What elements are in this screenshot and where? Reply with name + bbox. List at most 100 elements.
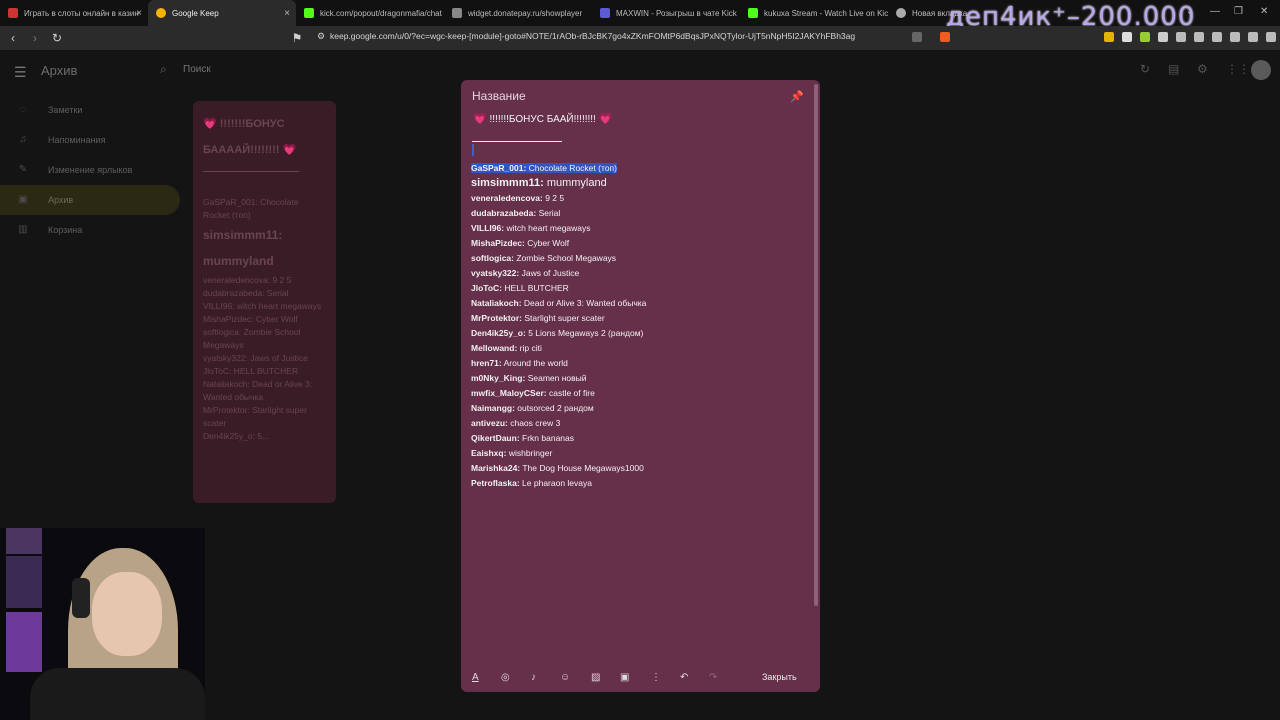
search-icon[interactable]: ⌕ bbox=[160, 62, 167, 77]
streamer-face bbox=[92, 572, 162, 656]
sidebar-item-archive[interactable]: ▣ Архив bbox=[0, 185, 180, 215]
card-row: Den4ik25y_o: 5... bbox=[203, 431, 270, 441]
extensions-puzzle-icon[interactable] bbox=[1194, 32, 1204, 42]
list-item: m0Nky_King: Seamen новый bbox=[471, 373, 587, 383]
browser-tab-google-keep[interactable]: Google Keep × bbox=[148, 0, 296, 26]
browser-tab-kukuxa[interactable]: kukuxa Stream - Watch Live on Kick bbox=[740, 0, 888, 26]
back-icon[interactable]: ‹ bbox=[4, 31, 22, 45]
headset-icon bbox=[72, 578, 90, 618]
list-item: softlogica: Zombie School Megaways bbox=[471, 253, 617, 263]
undo-icon[interactable]: ↶ bbox=[680, 672, 688, 683]
extension-cloud-icon[interactable] bbox=[1122, 32, 1132, 42]
sidebar-item-reminders[interactable]: ♫ Напоминания bbox=[0, 125, 180, 155]
cast-icon[interactable] bbox=[912, 32, 922, 42]
poster-image bbox=[6, 612, 42, 672]
reload-icon[interactable]: ↻ bbox=[48, 31, 66, 45]
text-cursor bbox=[472, 144, 474, 156]
card-row: VILLI96: witch heart megaways bbox=[203, 301, 322, 311]
bell-icon: ♫ bbox=[19, 134, 27, 145]
extension-pen-icon[interactable] bbox=[1104, 32, 1114, 42]
streamer-body bbox=[30, 668, 205, 720]
note-title-field[interactable]: Название bbox=[472, 89, 526, 103]
search-input[interactable] bbox=[183, 64, 383, 75]
heart-icon: 💗 bbox=[598, 113, 613, 125]
list-item: MishaPizdec: Cyber Wolf bbox=[471, 238, 570, 248]
brave-shield-icon[interactable] bbox=[940, 32, 950, 42]
keep-favicon-icon bbox=[156, 8, 166, 18]
text-format-icon[interactable]: A bbox=[472, 672, 479, 683]
list-item: antivezu: chaos crew 3 bbox=[471, 418, 561, 428]
redo-icon[interactable]: ↷ bbox=[709, 672, 717, 683]
extension-link-icon[interactable] bbox=[1176, 32, 1186, 42]
note-scrollbar[interactable] bbox=[814, 84, 818, 606]
close-tab-icon[interactable]: × bbox=[136, 8, 142, 19]
palette-icon[interactable]: ◎ bbox=[501, 672, 510, 683]
add-image-icon[interactable]: ▨ bbox=[591, 672, 600, 683]
page-title: Архив bbox=[41, 63, 78, 78]
refresh-icon[interactable]: ↻ bbox=[1140, 62, 1150, 76]
archived-note-card[interactable]: 💗 !!!!!!!БОНУС БААААЙ!!!!!!!! 💗 GaSPaR_0… bbox=[193, 101, 336, 503]
list-item: VILLI96: witch heart megaways bbox=[471, 223, 591, 233]
card-row: MishaPizdec: Cyber Wolf bbox=[203, 314, 298, 324]
list-item: Nataliakoch: Dead or Alive 3: Wanted обы… bbox=[471, 298, 647, 308]
extension-battery-icon[interactable] bbox=[1158, 32, 1168, 42]
collaborator-icon[interactable]: ☺ bbox=[560, 672, 570, 683]
extension-diamond-icon[interactable] bbox=[1230, 32, 1240, 42]
note-heading[interactable]: 💗 !!!!!!!БОНУС БААЙ!!!!!!!! 💗 bbox=[473, 112, 612, 125]
note-editor-dialog: Название 📌 💗 !!!!!!!БОНУС БААЙ!!!!!!!! 💗… bbox=[461, 80, 820, 692]
card-row: simsimmm11: mummyland bbox=[203, 228, 283, 268]
list-item: QikertDaun: Frkn bananas bbox=[471, 433, 575, 443]
more-options-icon[interactable]: ⋮ bbox=[651, 672, 661, 683]
browser-tab-kick-chat[interactable]: kick.com/popout/dragonmafia/chat bbox=[296, 0, 444, 26]
browser-tab-maxwin[interactable]: MAXWIN - Розыгрыш в чате Kick bbox=[592, 0, 740, 26]
extension-leaf-icon[interactable] bbox=[1140, 32, 1150, 42]
list-view-icon[interactable]: ▤ bbox=[1168, 62, 1179, 76]
account-avatar[interactable] bbox=[1251, 60, 1271, 80]
close-tab-icon[interactable]: × bbox=[284, 8, 290, 19]
forward-icon[interactable]: › bbox=[26, 31, 44, 45]
reminder-bell-icon[interactable]: ♪ bbox=[531, 672, 536, 683]
minimize-window-icon[interactable]: — bbox=[1210, 6, 1220, 17]
poster-image bbox=[6, 556, 42, 608]
trash-icon: ▥ bbox=[18, 224, 28, 235]
url-field[interactable]: keep.google.com/u/0/?ec=wgc-keep-[module… bbox=[330, 31, 855, 41]
list-item: mwfix_MaloyCSer: castle of fire bbox=[471, 388, 595, 398]
note-body[interactable]: GaSPaR_001: Chocolate Rocket (топ) simsi… bbox=[471, 161, 801, 491]
poster-image bbox=[6, 528, 42, 554]
address-bar: ‹ › ↻ ⚑ ⚙ keep.google.com/u/0/?ec=wgc-ke… bbox=[0, 26, 1280, 50]
site-settings-icon[interactable]: ⚙ bbox=[312, 31, 330, 42]
kick-favicon-icon bbox=[748, 8, 758, 18]
archive-icon: ▣ bbox=[18, 194, 28, 205]
maximize-window-icon[interactable]: ❐ bbox=[1234, 6, 1243, 17]
list-item: MrProtektor: Starlight super scater bbox=[471, 313, 605, 323]
list-item: vyatsky322: Jaws of Justice bbox=[471, 268, 580, 278]
heart-icon: 💗 bbox=[473, 113, 487, 125]
list-item: Petroflaska: Le pharaon levaya bbox=[471, 478, 592, 488]
close-window-icon[interactable]: ✕ bbox=[1260, 6, 1268, 17]
lightbulb-icon: ◌ bbox=[20, 104, 26, 115]
close-button[interactable]: Закрыть bbox=[762, 672, 797, 682]
browser-menu-icon[interactable] bbox=[1266, 32, 1276, 42]
sidebar-item-edit-labels[interactable]: ✎ Изменение ярлыков bbox=[0, 155, 180, 185]
browser-tab-casino[interactable]: Играть в слоты онлайн в казин × bbox=[0, 0, 148, 26]
main-menu-icon[interactable]: ☰ bbox=[14, 64, 27, 81]
bookmark-icon[interactable]: ⚑ bbox=[288, 31, 306, 45]
browser-tab-donatepay[interactable]: widget.donatepay.ru/showplayer bbox=[444, 0, 592, 26]
extension-compass-icon[interactable] bbox=[1248, 32, 1258, 42]
card-heading: 💗 !!!!!!!БОНУС БААААЙ!!!!!!!! 💗 bbox=[203, 118, 297, 156]
card-row: JloToC: HELL BUTCHER bbox=[203, 366, 299, 376]
list-item: simsimmm11: mummyland bbox=[471, 177, 607, 189]
settings-gear-icon[interactable]: ⚙ bbox=[1197, 62, 1208, 76]
pencil-icon: ✎ bbox=[18, 164, 28, 175]
extension-cube-icon[interactable] bbox=[1212, 32, 1222, 42]
pin-icon[interactable]: 📌 bbox=[790, 90, 804, 103]
apps-grid-icon[interactable]: ⋮⋮ bbox=[1226, 62, 1250, 76]
list-item: Mellowand: rip citi bbox=[471, 343, 542, 353]
sidebar-item-notes[interactable]: ◌ Заметки bbox=[0, 95, 180, 125]
donatepay-favicon-icon bbox=[452, 8, 462, 18]
archive-icon[interactable]: ▣ bbox=[620, 672, 629, 683]
note-toolbar: A ◎ ♪ ☺ ▨ ▣ ⋮ ↶ ↷ Закрыть bbox=[461, 668, 820, 692]
casino-favicon-icon bbox=[8, 8, 18, 18]
card-row: softlogica: Zombie School Megaways bbox=[203, 327, 301, 350]
sidebar-item-trash[interactable]: ▥ Корзина bbox=[0, 215, 180, 245]
